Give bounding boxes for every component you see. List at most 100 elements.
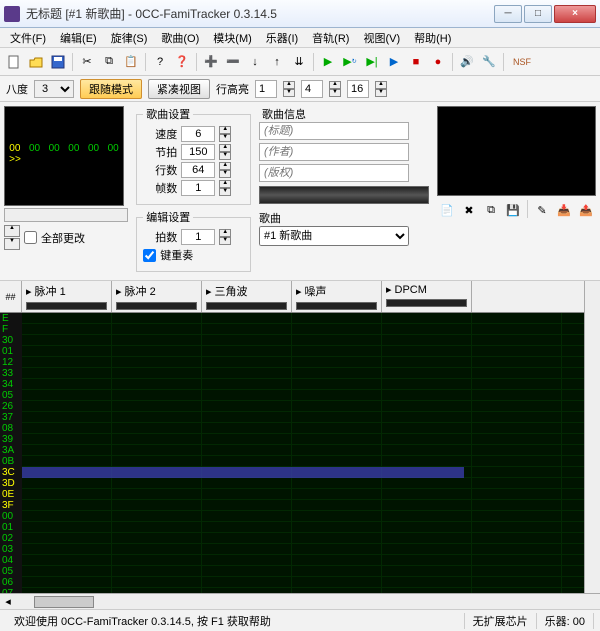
nsf-export-button[interactable]: NSF	[508, 52, 536, 72]
play-loop-icon[interactable]: ▶↻	[340, 52, 360, 72]
channel-triangle[interactable]: ▸三角波	[202, 281, 292, 312]
menu-song[interactable]: 歌曲(O)	[155, 28, 205, 48]
song-info-legend: 歌曲信息	[259, 106, 309, 122]
duplicate-frame-icon[interactable]: ⇊	[289, 52, 309, 72]
settings-icon[interactable]: 🔧	[479, 52, 499, 72]
menu-help[interactable]: 帮助(H)	[408, 28, 457, 48]
song-select[interactable]: #1 新歌曲	[259, 226, 409, 246]
save-file-icon[interactable]	[48, 52, 68, 72]
open-file-icon[interactable]	[26, 52, 46, 72]
frame-dec[interactable]: ▼	[4, 238, 20, 250]
remove-frame-icon[interactable]: ➖	[223, 52, 243, 72]
highlight2-input[interactable]	[301, 80, 323, 98]
step-input[interactable]	[181, 229, 215, 245]
cut-icon[interactable]: ✂	[77, 52, 97, 72]
speed-down[interactable]: ▼	[219, 134, 231, 142]
inst-new-icon[interactable]: 📄	[437, 200, 457, 220]
hl1-up[interactable]: ▲	[283, 81, 295, 89]
wav-export-icon[interactable]: 🔊	[457, 52, 477, 72]
highlight1-input[interactable]	[255, 80, 277, 98]
inst-clone-icon[interactable]: ⧉	[481, 200, 501, 220]
frame-editor[interactable]: 00 00 00 00 00 00 >>	[4, 106, 124, 206]
tempo-up[interactable]: ▲	[219, 144, 231, 152]
inst-export-icon[interactable]: 📤	[576, 200, 596, 220]
menu-file[interactable]: 文件(F)	[4, 28, 52, 48]
pattern-editor[interactable]: EF300112333405263708393A0B3C3D0E3F000102…	[0, 313, 600, 593]
instrument-list[interactable]	[437, 106, 596, 196]
speed-up[interactable]: ▲	[219, 126, 231, 134]
pattern-grid[interactable]	[22, 313, 584, 593]
move-up-icon[interactable]: ↑	[267, 52, 287, 72]
menu-module[interactable]: 模块(M)	[207, 28, 258, 48]
change-all-checkbox[interactable]	[24, 231, 37, 244]
help-icon[interactable]: ❓	[172, 52, 192, 72]
menu-view[interactable]: 视图(V)	[357, 28, 406, 48]
song-author-input[interactable]	[259, 143, 409, 161]
pattern-cursor-row	[22, 467, 464, 478]
pattern-scrollbar-v-top[interactable]	[584, 281, 600, 313]
play-icon[interactable]: ▶	[318, 52, 338, 72]
play-row-icon[interactable]: ▶	[384, 52, 404, 72]
step-down[interactable]: ▼	[219, 237, 231, 245]
close-button[interactable]: ×	[554, 5, 596, 23]
rows-label: 行数	[143, 162, 177, 178]
tempo-input[interactable]	[181, 144, 215, 160]
new-file-icon[interactable]	[4, 52, 24, 72]
paste-icon[interactable]: 📋	[121, 52, 141, 72]
app-icon	[4, 6, 20, 22]
move-down-icon[interactable]: ↓	[245, 52, 265, 72]
main-toolbar: ✂ ⧉ 📋 ? ❓ ➕ ➖ ↓ ↑ ⇊ ▶ ▶↻ ▶| ▶ ■ ● 🔊 🔧 NS…	[0, 48, 600, 76]
add-frame-icon[interactable]: ➕	[201, 52, 221, 72]
channel-dpcm[interactable]: ▸DPCM	[382, 281, 472, 312]
hl1-down[interactable]: ▼	[283, 89, 295, 97]
record-icon[interactable]: ●	[428, 52, 448, 72]
menu-edit[interactable]: 编辑(E)	[54, 28, 103, 48]
inst-remove-icon[interactable]: ✖	[459, 200, 479, 220]
keyrepeat-checkbox[interactable]	[143, 249, 156, 262]
speed-label: 速度	[143, 126, 177, 142]
octave-select[interactable]: 3	[34, 80, 74, 98]
frame-editor-panel: 00 00 00 00 00 00 >> ▲ ▼ 全部更改	[4, 106, 128, 276]
rows-down[interactable]: ▼	[219, 170, 231, 178]
window-title: 无标题 [#1 新歌曲] - 0CC-FamiTracker 0.3.14.5	[26, 5, 494, 22]
song-copyright-input[interactable]	[259, 164, 409, 182]
follow-mode-button[interactable]: 跟随模式	[80, 79, 142, 99]
play-from-start-icon[interactable]: ▶|	[362, 52, 382, 72]
menu-instrument[interactable]: 乐器(I)	[260, 28, 304, 48]
menu-play[interactable]: 旋律(S)	[105, 28, 154, 48]
pattern-scrollbar-h[interactable]: ◂	[0, 593, 600, 609]
frames-input[interactable]	[181, 180, 215, 196]
inst-edit-icon[interactable]: ✎	[532, 200, 552, 220]
channel-pulse1[interactable]: ▸脉冲 1	[22, 281, 112, 312]
frame-inc[interactable]: ▲	[4, 225, 20, 237]
tempo-down[interactable]: ▼	[219, 152, 231, 160]
rows-up[interactable]: ▲	[219, 162, 231, 170]
about-icon[interactable]: ?	[150, 52, 170, 72]
pattern-scrollbar-v[interactable]	[584, 313, 600, 593]
highlight3-input[interactable]	[347, 80, 369, 98]
speed-input[interactable]	[181, 126, 215, 142]
menu-track[interactable]: 音轨(R)	[306, 28, 355, 48]
chevron-right-icon: ▸	[26, 285, 32, 298]
inst-import-icon[interactable]: 📥	[554, 200, 574, 220]
channel-noise[interactable]: ▸噪声	[292, 281, 382, 312]
hl3-down[interactable]: ▼	[375, 89, 387, 97]
settings-column: 歌曲设置 速度▲▼ 节拍▲▼ 行数▲▼ 帧数▲▼ 编辑设置 拍数▲▼ 键重奏	[136, 106, 251, 276]
hl2-up[interactable]: ▲	[329, 81, 341, 89]
frames-up[interactable]: ▲	[219, 180, 231, 188]
song-title-input[interactable]	[259, 122, 409, 140]
minimize-button[interactable]: ─	[494, 5, 522, 23]
compact-view-button[interactable]: 紧凑视图	[148, 79, 210, 99]
maximize-button[interactable]: □	[524, 5, 552, 23]
hl3-up[interactable]: ▲	[375, 81, 387, 89]
change-all-label: 全部更改	[41, 230, 85, 246]
inst-save-icon[interactable]: 💾	[503, 200, 523, 220]
channel-pulse2[interactable]: ▸脉冲 2	[112, 281, 202, 312]
frames-down[interactable]: ▼	[219, 188, 231, 196]
stop-icon[interactable]: ■	[406, 52, 426, 72]
copy-icon[interactable]: ⧉	[99, 52, 119, 72]
rows-input[interactable]	[181, 162, 215, 178]
frame-scrollbar-h[interactable]	[4, 208, 128, 222]
hl2-down[interactable]: ▼	[329, 89, 341, 97]
step-up[interactable]: ▲	[219, 229, 231, 237]
